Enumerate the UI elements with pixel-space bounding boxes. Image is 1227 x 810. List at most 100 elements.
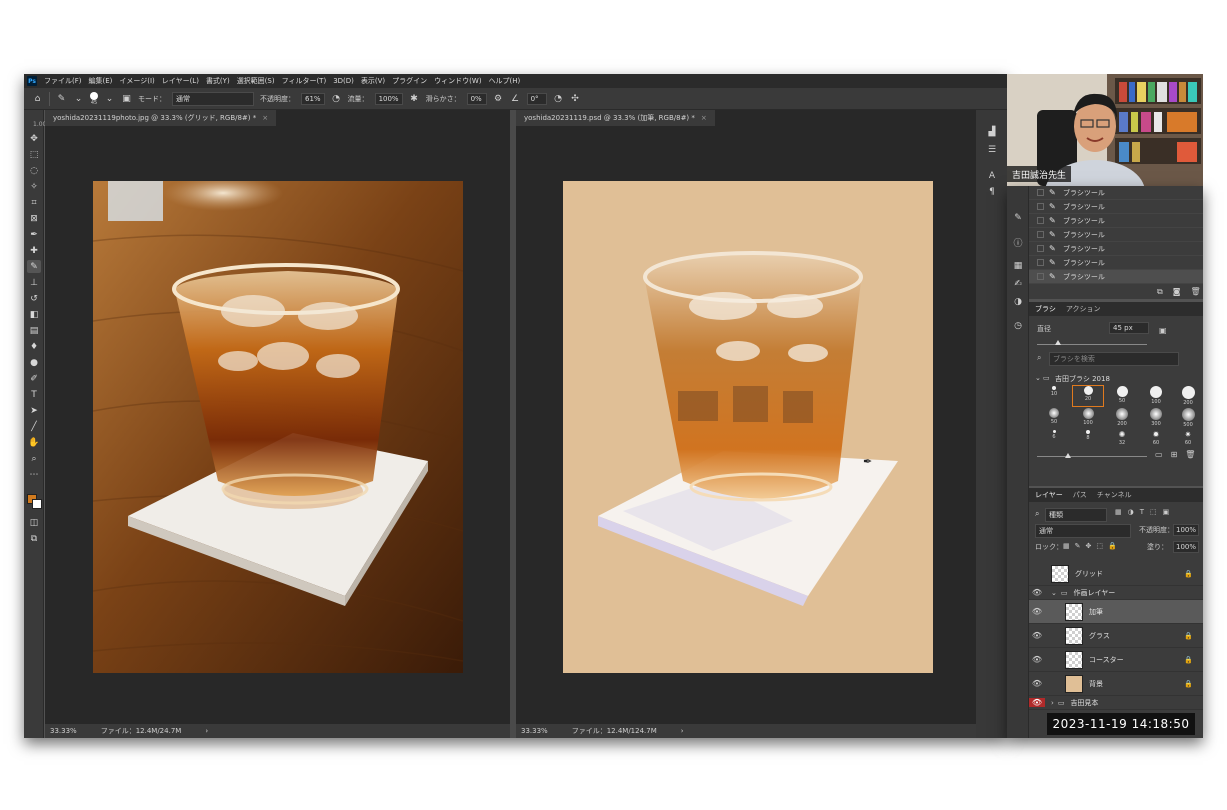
- brush-preset[interactable]: 50: [1107, 386, 1137, 406]
- layer-opacity-field[interactable]: 100%: [1173, 524, 1200, 536]
- brush-preset[interactable]: ✹ 60: [1141, 430, 1171, 450]
- brush-settings-icon[interactable]: ▣: [121, 93, 132, 104]
- eye-icon[interactable]: 👁: [1029, 698, 1045, 707]
- marquee-icon[interactable]: ⬚: [27, 148, 41, 161]
- history-item[interactable]: ✎ ブラシツール: [1029, 242, 1203, 256]
- fill-field[interactable]: 100%: [1173, 541, 1200, 553]
- checkbox[interactable]: [1037, 245, 1044, 252]
- history-item-current[interactable]: ✎ ブラシツール: [1029, 270, 1203, 284]
- layer-group-row[interactable]: 👁 › ▭ 吉田見本: [1029, 696, 1203, 710]
- brush-size-preview[interactable]: 45: [90, 91, 98, 106]
- history-item[interactable]: ✎ ブラシツール: [1029, 186, 1203, 200]
- lock-paint-icon[interactable]: ✎: [1075, 542, 1081, 550]
- brush-preset[interactable]: 8: [1073, 430, 1103, 450]
- menu-layer[interactable]: レイヤー(L): [162, 76, 199, 86]
- layer-row[interactable]: グリッド 🔒: [1029, 562, 1203, 586]
- brush-preset[interactable]: 300: [1141, 408, 1171, 428]
- close-icon[interactable]: ×: [262, 114, 268, 122]
- brush-tool-icon[interactable]: ✎: [56, 93, 67, 104]
- close-icon[interactable]: ×: [701, 114, 707, 122]
- size-slider-handle[interactable]: [1055, 340, 1061, 345]
- brush-icon[interactable]: ✎: [27, 260, 41, 273]
- tab-brushes[interactable]: ブラシ: [1035, 304, 1056, 314]
- smoothing-field[interactable]: 0%: [466, 92, 487, 105]
- checkbox[interactable]: [1037, 189, 1044, 196]
- trash-icon[interactable]: 🗑: [1190, 287, 1200, 297]
- size-slider-track[interactable]: [1037, 344, 1147, 345]
- gradient-icon[interactable]: ▤: [27, 324, 41, 337]
- tab-channels[interactable]: チャンネル: [1097, 490, 1132, 500]
- size-field[interactable]: 45 px: [1109, 322, 1149, 334]
- menu-3d[interactable]: 3D(D): [333, 77, 354, 85]
- layer-filter-select[interactable]: 種類: [1045, 508, 1107, 522]
- frame-icon[interactable]: ⊠: [27, 212, 41, 225]
- hand-icon[interactable]: ✋: [27, 436, 41, 449]
- tab-actions[interactable]: アクション: [1066, 304, 1101, 314]
- new-icon[interactable]: ⊞: [1171, 450, 1178, 459]
- checkbox[interactable]: [1037, 231, 1044, 238]
- brush-preset[interactable]: 100: [1141, 386, 1171, 406]
- color-icon[interactable]: ◑: [1012, 296, 1024, 308]
- more-icon[interactable]: ⋯: [27, 468, 41, 481]
- tab-painting[interactable]: yoshida20231119.psd @ 33.3% (加筆, RGB/8#)…: [516, 110, 715, 126]
- background-color-swatch[interactable]: [32, 499, 42, 509]
- brush-preset[interactable]: 50: [1039, 408, 1069, 428]
- eye-icon[interactable]: 👁: [1029, 655, 1045, 664]
- stamp-icon[interactable]: ⊥: [27, 276, 41, 289]
- brush-preset[interactable]: 500: [1173, 408, 1203, 428]
- airbrush-icon[interactable]: ✱: [409, 93, 420, 104]
- swatches-icon[interactable]: ▦: [1012, 260, 1024, 272]
- eye-icon[interactable]: 👁: [1029, 679, 1045, 688]
- lasso-icon[interactable]: ◌: [27, 164, 41, 177]
- brush-preset[interactable]: 10: [1039, 386, 1069, 406]
- menu-select[interactable]: 選択範囲(S): [237, 76, 275, 86]
- preview-slider-handle[interactable]: [1065, 453, 1071, 458]
- layer-group-row[interactable]: 👁 ⌄ ▭ 作画レイヤー: [1029, 586, 1203, 600]
- path-select-icon[interactable]: ➤: [27, 404, 41, 417]
- eraser-icon[interactable]: ◧: [27, 308, 41, 321]
- crop-icon[interactable]: ⌗: [27, 196, 41, 209]
- menu-window[interactable]: ウィンドウ(W): [434, 76, 481, 86]
- healing-icon[interactable]: ✚: [27, 244, 41, 257]
- history-brush-icon[interactable]: ↺: [27, 292, 41, 305]
- quick-mask-icon[interactable]: ◫: [27, 516, 41, 529]
- brush-preset[interactable]: 100: [1073, 408, 1103, 428]
- tab-layers[interactable]: レイヤー: [1035, 490, 1063, 500]
- checkbox[interactable]: [1037, 259, 1044, 266]
- blend-mode-select[interactable]: 通常: [1035, 524, 1131, 538]
- smart-filter-icon[interactable]: ▣: [1163, 508, 1170, 516]
- brush-preset[interactable]: 6: [1039, 430, 1069, 450]
- tab-photo[interactable]: yoshida20231119photo.jpg @ 33.3% (グリッド, …: [45, 110, 277, 126]
- info-icon[interactable]: ⓘ: [1012, 236, 1024, 249]
- menu-plugins[interactable]: プラグイン: [392, 76, 427, 86]
- brush-preset-selected[interactable]: 20: [1072, 385, 1104, 407]
- history-item[interactable]: ✎ ブラシツール: [1029, 228, 1203, 242]
- type-icon[interactable]: T: [27, 388, 41, 401]
- pressure-size-icon[interactable]: ◔: [553, 93, 564, 104]
- move-icon[interactable]: ✥: [27, 132, 41, 145]
- mode-select[interactable]: 通常: [172, 91, 254, 106]
- symmetry-icon[interactable]: ✣: [570, 93, 581, 104]
- chevron-down-icon[interactable]: ⌄: [104, 93, 115, 104]
- brush-preset[interactable]: 200: [1173, 386, 1203, 406]
- lock-move-icon[interactable]: ✥: [1086, 542, 1092, 550]
- magic-wand-icon[interactable]: ✧: [27, 180, 41, 193]
- zoom-icon[interactable]: ⌕: [27, 452, 41, 465]
- brush-search-input[interactable]: ブラシを検索: [1049, 352, 1179, 366]
- chevron-right-icon[interactable]: ›: [1051, 699, 1054, 707]
- character-icon[interactable]: A: [986, 170, 998, 182]
- tab-paths[interactable]: パス: [1073, 490, 1087, 500]
- adjustment-filter-icon[interactable]: ◑: [1128, 508, 1134, 516]
- eye-icon[interactable]: 👁: [1029, 607, 1045, 616]
- chevron-down-icon[interactable]: ⌄: [1035, 374, 1041, 382]
- layer-row-selected[interactable]: 👁 加筆: [1029, 600, 1203, 624]
- pixel-filter-icon[interactable]: ▦: [1115, 508, 1122, 516]
- paragraph-icon[interactable]: ¶: [986, 186, 998, 198]
- shape-filter-icon[interactable]: ⬚: [1150, 508, 1157, 516]
- layer-row[interactable]: 👁 グラス 🔒: [1029, 624, 1203, 648]
- brush-preset[interactable]: 200: [1107, 408, 1137, 428]
- painting-canvas[interactable]: ✒: [563, 181, 933, 673]
- layer-row[interactable]: 👁 背景 🔒: [1029, 672, 1203, 696]
- menu-filter[interactable]: フィルター(T): [282, 76, 327, 86]
- blur-icon[interactable]: ♦: [27, 340, 41, 353]
